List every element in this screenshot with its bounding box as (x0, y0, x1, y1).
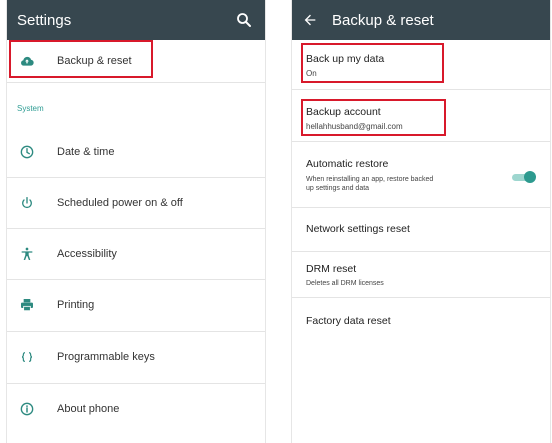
printer-icon (21, 299, 33, 312)
code-brackets-icon (21, 352, 33, 362)
settings-item-date-time[interactable]: Date & time (7, 126, 265, 178)
highlight-box (9, 40, 153, 78)
automatic-restore-toggle[interactable] (512, 171, 536, 183)
back-arrow-icon[interactable] (302, 12, 318, 28)
item-title: Factory data reset (306, 315, 391, 327)
settings-item-label: Accessibility (57, 247, 117, 260)
item-title: Automatic restore (306, 158, 389, 170)
section-header-system: System (17, 104, 44, 113)
page-title: Settings (17, 11, 72, 29)
settings-item-about-phone[interactable]: About phone (7, 383, 265, 435)
settings-item-label: Programmable keys (57, 351, 155, 363)
settings-screen: Settings Backup & reset System Date & ti… (7, 0, 265, 443)
settings-item-printing[interactable]: Printing (7, 279, 265, 332)
item-title: Network settings reset (306, 223, 410, 235)
network-settings-reset-item[interactable]: Network settings reset (292, 207, 550, 252)
drm-reset-item[interactable]: DRM reset Deletes all DRM licenses (292, 251, 550, 298)
settings-app-bar: Settings (7, 0, 265, 40)
backup-reset-screen: Backup & reset Back up my data On Backup… (292, 0, 550, 443)
highlight-box (301, 99, 446, 136)
backup-app-bar: Backup & reset (292, 0, 550, 40)
clock-icon (20, 145, 34, 158)
power-icon (22, 196, 32, 208)
settings-item-label: Printing (57, 299, 95, 311)
accessibility-icon (21, 247, 33, 260)
factory-data-reset-item[interactable]: Factory data reset (292, 297, 550, 345)
item-title: DRM reset (306, 263, 357, 275)
highlight-box (301, 43, 444, 83)
automatic-restore-item[interactable]: Automatic restore When reinstalling an a… (292, 141, 550, 208)
page-title: Backup & reset (332, 11, 434, 29)
search-icon[interactable] (235, 11, 253, 29)
item-subtitle: Deletes all DRM licenses (306, 280, 384, 287)
toggle-thumb (524, 171, 536, 183)
info-icon (20, 402, 34, 416)
settings-item-programmable-keys[interactable]: Programmable keys (7, 331, 265, 384)
item-subtitle: up settings and data (306, 185, 370, 192)
settings-item-label: About phone (57, 403, 120, 415)
settings-item-scheduled-power[interactable]: Scheduled power on & off (7, 177, 265, 229)
settings-item-accessibility[interactable]: Accessibility (7, 228, 265, 280)
settings-item-label: Scheduled power on & off (57, 196, 183, 209)
settings-item-label: Date & time (57, 145, 115, 158)
